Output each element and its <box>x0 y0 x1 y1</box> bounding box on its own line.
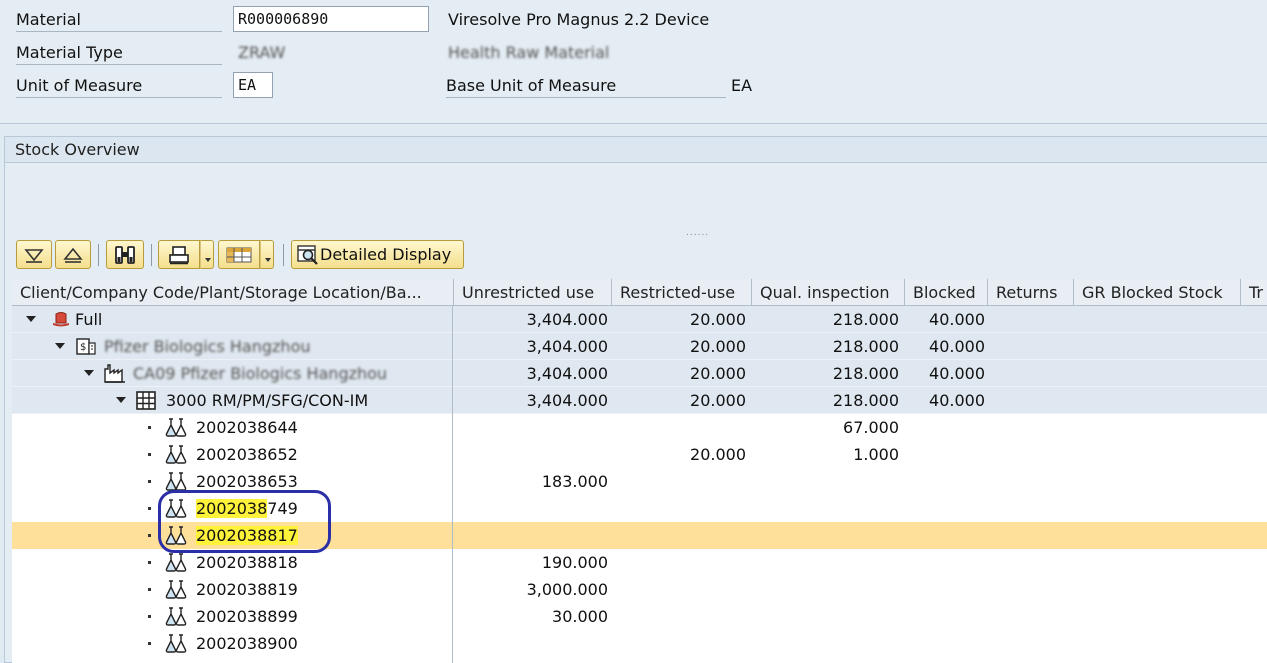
column-header-gr-blocked[interactable]: GR Blocked Stock <box>1074 279 1241 306</box>
qual-inspection-cell: 218.000 <box>832 391 899 410</box>
binoculars-icon <box>115 245 135 264</box>
layout-dropdown-button[interactable] <box>260 240 274 269</box>
restricted-cell <box>612 414 746 441</box>
column-header-unrestricted[interactable]: Unrestricted use <box>454 279 612 306</box>
unrestricted-cell: 190.000 <box>541 553 608 572</box>
blocked-cell: 40.000 <box>929 310 985 329</box>
find-button[interactable] <box>106 240 144 269</box>
restricted-cell: 20.000 <box>690 391 746 410</box>
unrestricted-cell: 183.000 <box>541 472 608 491</box>
column-header-blocked[interactable]: Blocked <box>905 279 988 306</box>
material-type-value: ZRAW <box>238 43 286 62</box>
material-type-description: Health Raw Material <box>448 43 610 62</box>
unrestricted-cell: 30.000 <box>552 607 608 626</box>
restricted-cell: 20.000 <box>690 310 746 329</box>
material-input[interactable]: R000006890 <box>233 6 429 32</box>
unrestricted-cell <box>454 441 608 468</box>
qual-inspection-cell: 67.000 <box>843 418 899 437</box>
column-header-restricted[interactable]: Restricted-use <box>612 279 752 306</box>
restricted-cell: 20.000 <box>690 364 746 383</box>
unrestricted-cell: 3,000.000 <box>526 580 608 599</box>
base-unit-of-measure-label: Base Unit of Measure <box>446 74 726 98</box>
toolbar-separator <box>151 244 152 266</box>
blocked-cell: 40.000 <box>929 364 985 383</box>
toolbar-separator <box>98 244 99 266</box>
detailed-display-label: Detailed Display <box>320 245 452 264</box>
column-header-qual-inspection[interactable]: Qual. inspection <box>752 279 905 306</box>
layout-grid-icon <box>226 247 252 262</box>
qual-inspection-cell: 218.000 <box>832 310 899 329</box>
print-button[interactable] <box>158 240 200 269</box>
detail-view-icon <box>297 245 318 265</box>
column-header-tr[interactable]: Tr <box>1241 279 1267 306</box>
qual-inspection-cell: 218.000 <box>832 337 899 356</box>
print-icon <box>169 245 189 264</box>
qual-inspection-cell: 218.000 <box>832 364 899 383</box>
collapse-all-button[interactable] <box>55 240 91 269</box>
splitter-handle[interactable]: ...... <box>686 228 709 238</box>
stock-overview-title: Stock Overview <box>5 137 1267 163</box>
expand-all-icon <box>24 248 44 263</box>
blocked-cell <box>905 468 985 495</box>
unrestricted-cell: 3,404.000 <box>526 310 608 329</box>
unrestricted-cell: 3,404.000 <box>526 364 608 383</box>
collapse-all-icon <box>63 247 83 263</box>
column-header-returns[interactable]: Returns <box>988 279 1074 306</box>
qual-inspection-cell <box>752 468 899 495</box>
material-type-label: Material Type <box>16 41 222 65</box>
blocked-cell <box>905 414 985 441</box>
qual-inspection-cell: 1.000 <box>853 445 899 464</box>
expand-all-button[interactable] <box>16 240 52 269</box>
hierarchy-column-divider <box>12 306 453 663</box>
unrestricted-cell: 3,404.000 <box>526 391 608 410</box>
restricted-cell: 20.000 <box>690 445 746 464</box>
material-header: Material R000006890 Viresolve Pro Magnus… <box>0 0 1267 124</box>
print-dropdown-button[interactable] <box>200 240 214 269</box>
stock-tree-table: Client/Company Code/Plant/Storage Locati… <box>12 279 1267 663</box>
toolbar-separator <box>283 244 284 266</box>
table-header: Client/Company Code/Plant/Storage Locati… <box>12 279 1267 306</box>
restricted-cell: 20.000 <box>690 337 746 356</box>
detailed-display-button[interactable]: Detailed Display <box>291 240 465 269</box>
column-header-hierarchy[interactable]: Client/Company Code/Plant/Storage Locati… <box>12 279 454 306</box>
base-unit-of-measure-value: EA <box>731 76 753 95</box>
material-description: Viresolve Pro Magnus 2.2 Device <box>448 10 710 29</box>
unrestricted-cell: 3,404.000 <box>526 337 608 356</box>
blocked-cell: 40.000 <box>929 391 985 410</box>
restricted-cell <box>612 468 746 495</box>
unrestricted-cell <box>454 414 608 441</box>
layout-button[interactable] <box>218 240 260 269</box>
blocked-cell: 40.000 <box>929 337 985 356</box>
unit-of-measure-input[interactable]: EA <box>233 72 273 98</box>
unit-of-measure-label: Unit of Measure <box>16 74 222 98</box>
blocked-cell <box>905 441 985 468</box>
material-label: Material <box>16 8 222 32</box>
